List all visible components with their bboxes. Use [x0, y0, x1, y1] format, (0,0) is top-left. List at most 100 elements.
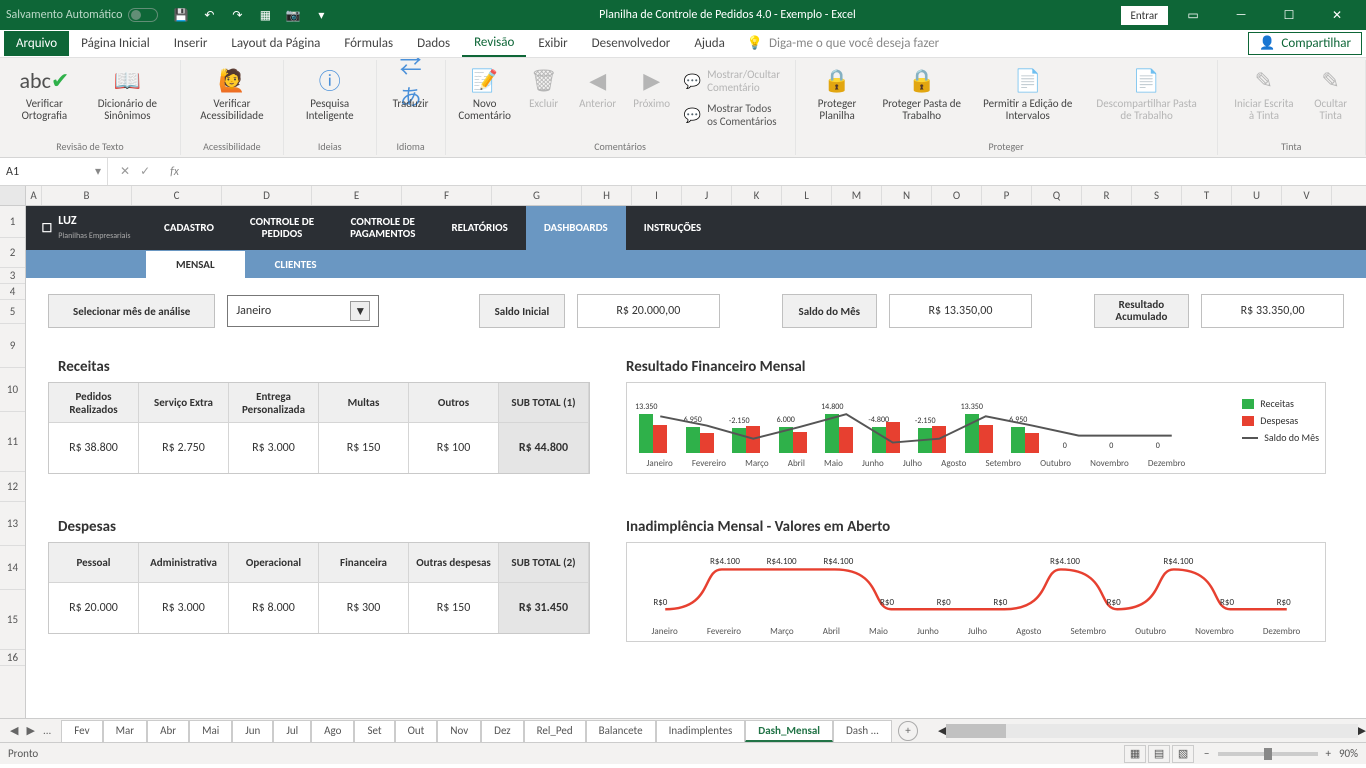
add-sheet-button[interactable]: + — [898, 721, 918, 741]
row-header[interactable]: 14 — [0, 546, 25, 590]
nav-tab[interactable]: CADASTRO — [146, 206, 232, 250]
row-header[interactable]: 9 — [0, 324, 25, 368]
formula-input[interactable] — [187, 165, 1366, 179]
col-header[interactable]: L — [782, 186, 832, 205]
tab-file[interactable]: Arquivo — [4, 31, 69, 56]
tab-view[interactable]: Exibir — [526, 31, 579, 56]
sheet-tab[interactable]: Inadimplentes — [656, 720, 746, 742]
undo-icon[interactable]: ↶ — [196, 2, 222, 28]
new-comment-button[interactable]: 📝Novo Comentário — [454, 60, 516, 126]
ribbon-options-icon[interactable]: ▭ — [1170, 0, 1216, 30]
tab-help[interactable]: Ajuda — [682, 31, 737, 56]
col-header[interactable]: K — [732, 186, 782, 205]
translate-button[interactable]: ⇄あTraduzir — [385, 60, 437, 114]
sheet-tab[interactable]: Dash ... — [833, 720, 892, 742]
sheet-tab[interactable]: Rel_Ped — [524, 720, 586, 742]
sheet-nav-more[interactable]: ... — [43, 724, 51, 737]
row-header[interactable]: 15 — [0, 590, 25, 650]
show-all-comments[interactable]: 💬Mostrar Todos os Comentários — [680, 100, 787, 130]
sheet-tab[interactable]: Balancete — [586, 720, 656, 742]
sheet-tab[interactable]: Set — [354, 720, 394, 742]
accessibility-button[interactable]: 🙋Verificar Acessibilidade — [189, 60, 275, 126]
col-header[interactable]: C — [132, 186, 222, 205]
smart-lookup-button[interactable]: ⓘPesquisa Inteligente — [292, 60, 368, 126]
view-normal-icon[interactable]: ▦ — [1124, 745, 1146, 763]
name-box[interactable]: A1▾ — [0, 158, 108, 185]
sheet-tab[interactable]: Jun — [232, 720, 273, 742]
row-header[interactable]: 3 — [0, 268, 25, 284]
thesaurus-button[interactable]: 📖Dicionário de Sinônimos — [83, 60, 172, 126]
row-header[interactable]: 4 — [0, 284, 25, 300]
col-header[interactable]: T — [1182, 186, 1232, 205]
qat-icon[interactable]: 📷 — [280, 2, 306, 28]
col-header[interactable]: G — [492, 186, 582, 205]
col-header[interactable]: D — [222, 186, 312, 205]
sheet-tab[interactable]: Mar — [103, 720, 148, 742]
col-header[interactable]: H — [582, 186, 632, 205]
col-header[interactable]: S — [1132, 186, 1182, 205]
sheet-tab[interactable]: Dash_Mensal — [745, 720, 833, 742]
maximize-icon[interactable]: ☐ — [1266, 0, 1312, 30]
signin-button[interactable]: Entrar — [1121, 6, 1168, 25]
zoom-level[interactable]: 90% — [1339, 747, 1358, 760]
nav-tab[interactable]: CONTROLE DEPEDIDOS — [232, 206, 332, 250]
autosave-toggle[interactable]: Salvamento Automático — [6, 8, 158, 22]
tab-layout[interactable]: Layout da Página — [219, 31, 332, 56]
col-header[interactable]: U — [1232, 186, 1282, 205]
horizontal-scrollbar[interactable]: ◀▶ — [938, 724, 1366, 738]
col-header[interactable]: R — [1082, 186, 1132, 205]
subtab-mensal[interactable]: MENSAL — [146, 251, 245, 278]
row-header[interactable]: 12 — [0, 472, 25, 502]
protect-workbook-button[interactable]: 🔒Proteger Pasta de Trabalho — [873, 60, 971, 126]
nav-tab[interactable]: RELATÓRIOS — [433, 206, 525, 250]
col-header[interactable]: M — [832, 186, 882, 205]
redo-icon[interactable]: ↷ — [224, 2, 250, 28]
col-header[interactable]: P — [982, 186, 1032, 205]
col-header[interactable]: I — [632, 186, 682, 205]
save-icon[interactable]: 💾 — [168, 2, 194, 28]
protect-sheet-button[interactable]: 🔒Proteger Planilha — [804, 60, 871, 126]
col-header[interactable]: J — [682, 186, 732, 205]
view-layout-icon[interactable]: ▤ — [1148, 745, 1170, 763]
worksheet-area[interactable]: ☐ LUZPlanilhas Empresariais CADASTROCONT… — [26, 206, 1366, 718]
sheet-tab[interactable]: Ago — [311, 720, 354, 742]
col-header[interactable]: A — [26, 186, 42, 205]
share-button[interactable]: 👤 Compartilhar — [1248, 32, 1362, 55]
sheet-tab[interactable]: Jul — [273, 720, 311, 742]
sheet-tab[interactable]: Nov — [437, 720, 481, 742]
row-header[interactable]: 16 — [0, 650, 25, 666]
spelling-button[interactable]: abc✔Verificar Ortografia — [8, 60, 81, 126]
col-header[interactable]: F — [402, 186, 492, 205]
row-header[interactable]: 2 — [0, 238, 25, 268]
tab-formulas[interactable]: Fórmulas — [332, 31, 405, 56]
qat-more-icon[interactable]: ▾ — [308, 2, 334, 28]
sheet-tab[interactable]: Out — [395, 720, 438, 742]
tab-developer[interactable]: Desenvolvedor — [580, 31, 683, 56]
tab-home[interactable]: Página Inicial — [69, 31, 162, 56]
close-icon[interactable]: ✕ — [1314, 0, 1360, 30]
col-header[interactable]: O — [932, 186, 982, 205]
tab-review[interactable]: Revisão — [462, 30, 526, 57]
row-header[interactable]: 13 — [0, 502, 25, 546]
select-all[interactable] — [0, 186, 26, 205]
qat-icon[interactable]: ▦ — [252, 2, 278, 28]
zoom-control[interactable]: −+ 90% — [1204, 747, 1358, 760]
minimize-icon[interactable]: — — [1218, 0, 1264, 30]
tab-data[interactable]: Dados — [405, 31, 462, 56]
sheet-tab[interactable]: Fev — [61, 720, 102, 742]
col-header[interactable]: E — [312, 186, 402, 205]
allow-edit-ranges-button[interactable]: 📄Permitir a Edição de Intervalos — [973, 60, 1083, 126]
col-header[interactable]: B — [42, 186, 132, 205]
col-header[interactable]: N — [882, 186, 932, 205]
tab-insert[interactable]: Inserir — [162, 31, 220, 56]
row-header[interactable]: 5 — [0, 300, 25, 324]
nav-tab[interactable]: CONTROLE DEPAGAMENTOS — [332, 206, 433, 250]
tell-me[interactable]: 💡 Diga-me o que você deseja fazer — [747, 36, 939, 51]
col-header[interactable]: V — [1282, 186, 1332, 205]
row-header[interactable]: 11 — [0, 412, 25, 472]
fx-icon[interactable]: fx — [162, 165, 187, 179]
month-dropdown[interactable]: Janeiro▼ — [227, 295, 379, 327]
row-header[interactable]: 10 — [0, 368, 25, 412]
nav-tab[interactable]: INSTRUÇÕES — [626, 206, 719, 250]
col-header[interactable]: Q — [1032, 186, 1082, 205]
